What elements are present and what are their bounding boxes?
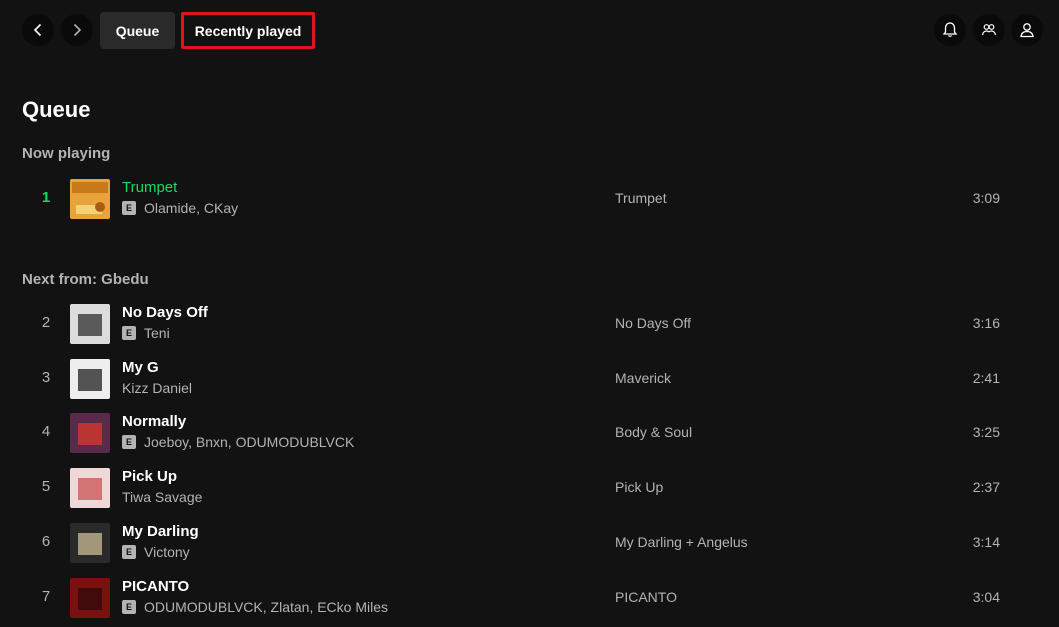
friend-activity-button[interactable]	[973, 14, 1005, 46]
track-row[interactable]: 5 Pick Up Tiwa Savage Pick Up 2:37	[22, 464, 1042, 512]
explicit-badge: E	[122, 599, 136, 614]
album-name[interactable]: Maverick	[615, 370, 671, 386]
track-row[interactable]: 6 My Darling E Victony My Darling + Angelus 3…	[22, 519, 1042, 567]
back-button[interactable]	[22, 14, 54, 46]
track-index: 6	[41, 532, 51, 550]
explicit-badge: E	[122, 544, 136, 559]
track-title[interactable]: My Darling	[122, 523, 199, 540]
track-duration: 3:09	[972, 190, 1000, 206]
chevron-left-icon	[33, 23, 42, 37]
album-art	[70, 468, 110, 509]
track-artists: E Joeboy, Bnxn, ODUMODUBLVCK	[122, 434, 354, 450]
bell-icon	[942, 22, 958, 37]
album-name[interactable]: My Darling + Angelus	[615, 534, 748, 550]
artists-text[interactable]: Joeboy, Bnxn, ODUMODUBLVCK	[144, 434, 354, 450]
track-artists: Tiwa Savage	[122, 489, 202, 505]
track-artists: Kizz Daniel	[122, 380, 192, 396]
friends-icon	[981, 24, 997, 36]
track-title[interactable]: PICANTO	[122, 578, 189, 595]
track-index: 4	[41, 423, 51, 441]
track-duration: 2:37	[972, 479, 1000, 496]
artists-text[interactable]: Victony	[144, 544, 190, 560]
user-icon	[1020, 23, 1034, 38]
album-name[interactable]: Body & Soul	[615, 424, 692, 440]
album-name[interactable]: PICANTO	[615, 589, 677, 605]
next-from-heading: Next from: Gbedu	[22, 271, 149, 288]
page-title: Queue	[22, 97, 91, 122]
artists-text[interactable]: Olamide, CKay	[144, 200, 238, 216]
album-art	[70, 304, 110, 344]
top-bar: Queue Recently played	[0, 0, 1059, 64]
album-name[interactable]: Trumpet	[615, 190, 667, 206]
track-index: 1	[41, 189, 51, 206]
track-row[interactable]: 2 No Days Off E Teni No Days Off 3:16	[22, 300, 1042, 348]
track-title[interactable]: Normally	[122, 413, 186, 430]
artists-text[interactable]: Kizz Daniel	[122, 380, 192, 396]
tab-recently-played[interactable]: Recently played	[181, 12, 315, 49]
track-row[interactable]: 7 PICANTO E ODUMODUBLVCK, Zlatan, ECko Mile…	[22, 574, 1042, 622]
album-art	[70, 577, 110, 618]
track-title[interactable]: My G	[122, 359, 159, 376]
track-artists: E Olamide, CKay	[122, 200, 238, 216]
track-duration: 3:04	[972, 588, 1000, 605]
track-artists: E Teni	[122, 325, 170, 341]
track-index: 5	[41, 478, 51, 496]
track-duration: 3:25	[972, 424, 1000, 441]
album-name[interactable]: No Days Off	[615, 315, 691, 331]
track-index: 2	[41, 314, 51, 331]
track-duration: 2:41	[972, 369, 1000, 386]
profile-button[interactable]	[1011, 14, 1043, 46]
track-index: 3	[41, 368, 51, 386]
artists-text[interactable]: Teni	[144, 325, 170, 341]
album-art	[70, 522, 110, 563]
track-artists: E ODUMODUBLVCK, Zlatan, ECko Miles	[122, 599, 388, 615]
explicit-badge: E	[122, 435, 136, 450]
track-index: 7	[41, 587, 51, 605]
explicit-badge: E	[122, 326, 136, 340]
track-row[interactable]: 4 Normally E Joeboy, Bnxn, ODUMODUBLVCK Body…	[22, 409, 1042, 457]
tab-queue[interactable]: Queue	[100, 12, 175, 49]
artists-text[interactable]: ODUMODUBLVCK, Zlatan, ECko Miles	[144, 599, 388, 615]
album-art	[70, 358, 110, 399]
track-title[interactable]: Trumpet	[122, 179, 177, 196]
explicit-badge: E	[122, 201, 136, 215]
forward-button[interactable]	[61, 14, 93, 46]
now-playing-heading: Now playing	[22, 145, 111, 162]
track-duration: 3:14	[972, 533, 1000, 550]
chevron-right-icon	[73, 23, 82, 37]
track-title[interactable]: Pick Up	[122, 468, 177, 485]
notifications-button[interactable]	[934, 14, 966, 46]
track-title[interactable]: No Days Off	[122, 304, 208, 321]
album-name[interactable]: Pick Up	[615, 479, 663, 495]
album-art	[70, 179, 110, 219]
now-playing-row[interactable]: 1 Trumpet E Olamide, CKay Trumpet 3:09	[22, 175, 1042, 223]
track-artists: E Victony	[122, 544, 190, 560]
track-duration: 3:16	[972, 315, 1000, 331]
artists-text[interactable]: Tiwa Savage	[122, 489, 202, 505]
album-art	[70, 413, 110, 454]
track-row[interactable]: 3 My G Kizz Daniel Maverick 2:41	[22, 355, 1042, 403]
